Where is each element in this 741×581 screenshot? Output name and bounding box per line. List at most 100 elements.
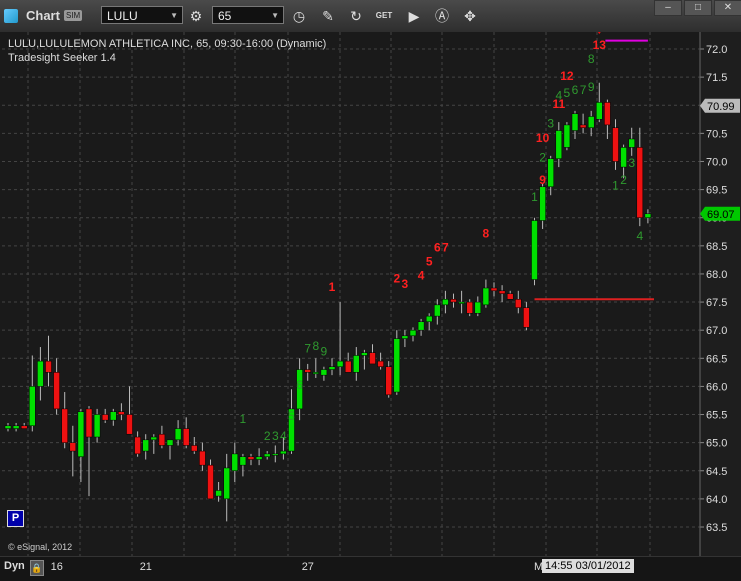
a-icon[interactable]: Ⓐ [432, 6, 452, 26]
chart-toolbar: Chart SIM LULU ▼ ⚙ 65 ▼ ◷ ✎ ↻ GET ▶ Ⓐ ✥ … [0, 0, 741, 33]
candle-body [644, 213, 652, 218]
candle-body [596, 102, 603, 120]
close-button[interactable]: ✕ [714, 0, 741, 16]
settings-icon[interactable]: ⚙ [186, 6, 206, 26]
candle-body [442, 298, 449, 306]
candle-body [77, 411, 85, 457]
candle-body [482, 287, 490, 306]
candle-body [20, 425, 28, 429]
candle-body [142, 439, 149, 452]
candle-body [466, 301, 473, 314]
count-label: 6 [296, 378, 303, 392]
count-label: 4 [636, 229, 643, 243]
count-label: 1 [240, 412, 247, 426]
y-tick-label: 68.0 [706, 269, 727, 281]
y-tick-label: 68.5 [706, 241, 727, 253]
chart-header-title: LULU,LULULEMON ATHLETICA INC, 65, 09:30-… [8, 38, 327, 50]
candle-body [571, 113, 579, 131]
y-tick-label: 64.0 [706, 494, 727, 506]
candle-body [353, 355, 360, 373]
symbol-selector[interactable]: LULU ▼ [101, 6, 183, 24]
clock-icon[interactable]: ◷ [289, 6, 309, 26]
price-chart[interactable]: 63.5 64.0 64.5 65.0 65.5 66.0 66.5 67.0 67.5 68.0… [0, 28, 741, 556]
candle-body [401, 335, 409, 339]
x-tick-label: 16 [50, 561, 63, 573]
chevron-down-icon[interactable]: ▼ [170, 7, 178, 25]
candle-body [409, 329, 417, 337]
candle-body [547, 158, 554, 188]
count-label: 7 [580, 83, 587, 97]
candle-body [515, 298, 522, 308]
interval-selector[interactable]: 65 ▼ [212, 6, 284, 24]
candle-body [320, 369, 328, 376]
candle-body [490, 287, 498, 292]
candle-body [199, 450, 206, 466]
candle-body [247, 456, 255, 460]
candle-body [182, 428, 190, 446]
candle-body [434, 304, 441, 317]
draw-icon[interactable]: ✎ [318, 6, 338, 26]
candle-body [93, 414, 101, 438]
p-logo-icon: P [7, 510, 24, 527]
candle-body [255, 456, 263, 460]
candle-body [336, 360, 344, 367]
candle-body [458, 301, 465, 304]
y-tick-label: 67.0 [706, 325, 727, 337]
count-label: 3 [547, 117, 554, 131]
candle-body [150, 436, 158, 441]
price-badge-label: 69.07 [707, 209, 735, 221]
play-icon[interactable]: ▶ [404, 6, 424, 26]
chart-background [0, 32, 741, 556]
candle-body [191, 445, 198, 452]
count-label: 13 [593, 38, 607, 52]
x-axis-bar: Dyn 🔒 16 21 27 M 14:55 03/01/2012 [0, 556, 741, 581]
count-label: 7 [442, 240, 449, 254]
chevron-down-icon[interactable]: ▼ [271, 7, 279, 25]
candle-body [425, 315, 433, 322]
candle-body [239, 456, 247, 466]
lock-icon[interactable]: 🔒 [30, 560, 44, 576]
y-tick-label: 70.5 [706, 128, 727, 140]
candle-body [369, 352, 376, 365]
interval-value: 65 [218, 9, 232, 23]
y-tick-label: 66.5 [706, 353, 727, 365]
chart-app-icon [4, 9, 18, 23]
candle-body [101, 414, 109, 421]
count-label: 9 [588, 80, 595, 94]
count-label: 8 [588, 52, 595, 66]
y-tick-label: 65.0 [706, 438, 727, 450]
chart-header-study: Tradesight Seeker 1.4 [8, 52, 116, 64]
tools-icon[interactable]: ✥ [460, 6, 480, 26]
candle-body [344, 360, 352, 373]
refresh-icon[interactable]: ↻ [346, 6, 366, 26]
y-tick-label: 72.0 [706, 44, 727, 56]
sim-badge: SIM [64, 10, 83, 21]
chart-canvas[interactable]: 63.5 64.0 64.5 65.0 65.5 66.0 66.5 67.0 67.5 68.0… [0, 28, 741, 556]
candle-body [579, 124, 587, 128]
candle-body [280, 450, 287, 455]
candle-body [555, 130, 563, 159]
candle-body [158, 433, 166, 446]
candle-body [620, 147, 627, 168]
candle-body [37, 360, 44, 387]
candle-body [304, 369, 311, 373]
candle-body [604, 102, 611, 126]
candle-body [377, 360, 384, 367]
cursor-time-label: 14:55 03/01/2012 [542, 559, 634, 573]
count-label: 3 [628, 156, 635, 170]
dyn-mode[interactable]: Dyn [4, 560, 25, 572]
count-label: 9 [321, 344, 328, 358]
get-icon[interactable]: GET [374, 6, 394, 26]
count-label: 6 [572, 83, 579, 97]
restore-button[interactable]: □ [684, 0, 712, 16]
count-label: 2 [539, 150, 546, 164]
candle-body [174, 428, 182, 441]
minimize-button[interactable]: – [654, 0, 682, 16]
candle-body [328, 366, 336, 370]
candle-body [393, 338, 401, 393]
candle-body [563, 124, 571, 148]
count-label: 5 [288, 409, 295, 423]
app-title: Chart [26, 8, 60, 23]
count-label: 8 [483, 226, 490, 240]
candle-body [29, 386, 36, 427]
